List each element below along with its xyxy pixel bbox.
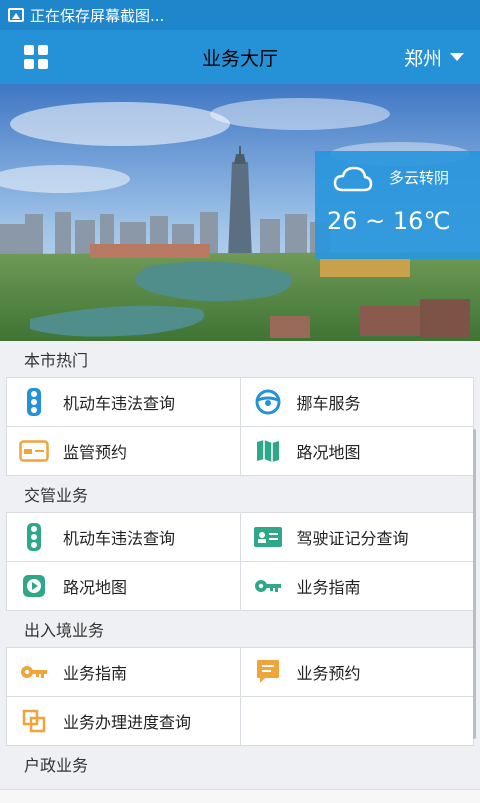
section-title-traffic: 交管业务 — [24, 486, 89, 505]
service-supervision-booking[interactable]: 监管预约 — [7, 427, 241, 476]
service-vehicle-violation-query-2[interactable]: 机动车违法查询 — [7, 513, 241, 562]
service-label: 机动车违法查询 — [63, 394, 176, 413]
status-bar: 正在保存屏幕截图... — [0, 0, 480, 30]
key-icon — [253, 571, 283, 601]
weather-widget[interactable]: 多云转阴 26 ~ 16℃ — [315, 151, 480, 259]
service-traffic-map-2[interactable]: 路况地图 — [7, 562, 241, 611]
exit-entry-services-grid: 业务指南 业务预约 业务办理进度查询 — [6, 647, 474, 746]
play-icon — [19, 571, 49, 601]
service-label: 挪车服务 — [296, 394, 361, 413]
section-title-household: 户政业务 — [24, 756, 89, 775]
cloud-icon — [333, 166, 373, 192]
city-selector[interactable]: 郑州 — [404, 44, 464, 71]
service-label: 机动车违法查询 — [63, 529, 176, 548]
service-label: 业务预约 — [296, 664, 361, 683]
service-license-points-query[interactable]: 驾驶证记分查询 — [240, 513, 474, 562]
service-move-car[interactable]: 挪车服务 — [240, 378, 474, 427]
weather-description: 多云转阴 — [389, 169, 450, 187]
chevron-down-icon — [450, 53, 464, 61]
service-booking[interactable]: 业务预约 — [240, 648, 474, 697]
service-traffic-map[interactable]: 路况地图 — [240, 427, 474, 476]
scrollbar[interactable] — [473, 429, 476, 739]
traffic-light-icon — [19, 387, 49, 417]
app-header: 郑州 — [0, 30, 480, 84]
steering-wheel-icon — [253, 387, 283, 417]
empty-cell — [240, 697, 474, 746]
traffic-light-icon — [19, 522, 49, 552]
service-vehicle-violation-query[interactable]: 机动车违法查询 — [7, 378, 241, 427]
section-title-exit-entry: 出入境业务 — [24, 621, 105, 640]
weather-temperature: 26 ~ 16℃ — [327, 207, 451, 235]
status-text: 正在保存屏幕截图... — [30, 6, 165, 25]
key-icon — [19, 657, 49, 687]
service-progress-query[interactable]: 业务办理进度查询 — [7, 697, 241, 746]
service-guide[interactable]: 业务指南 — [240, 562, 474, 611]
hot-services-grid: 机动车违法查询 挪车服务 监管预约 路况地图 — [6, 377, 474, 476]
service-label: 监管预约 — [63, 443, 128, 462]
city-label: 郑州 — [403, 47, 442, 70]
image-icon — [8, 8, 24, 22]
service-label: 路况地图 — [296, 443, 361, 462]
city-banner: 多云转阴 26 ~ 16℃ — [0, 84, 480, 341]
services-content[interactable]: 本市热门 机动车违法查询 挪车服务 监管预约 路况地图 交管业务 机动车违法查询… — [0, 341, 480, 803]
service-label: 业务指南 — [296, 578, 361, 597]
message-icon — [253, 657, 283, 687]
copy-icon — [19, 706, 49, 736]
service-label: 业务办理进度查询 — [63, 713, 192, 732]
bottom-nav-bar[interactable] — [0, 789, 480, 803]
service-label: 路况地图 — [63, 578, 128, 597]
section-title-hot: 本市热门 — [24, 351, 89, 370]
license-icon — [253, 522, 283, 552]
card-icon — [19, 436, 49, 466]
map-icon — [253, 436, 283, 466]
menu-grid-icon[interactable] — [24, 45, 48, 69]
service-guide-2[interactable]: 业务指南 — [7, 648, 241, 697]
service-label: 驾驶证记分查询 — [296, 529, 409, 548]
traffic-services-grid: 机动车违法查询 驾驶证记分查询 路况地图 业务指南 — [6, 512, 474, 611]
service-label: 业务指南 — [63, 664, 128, 683]
